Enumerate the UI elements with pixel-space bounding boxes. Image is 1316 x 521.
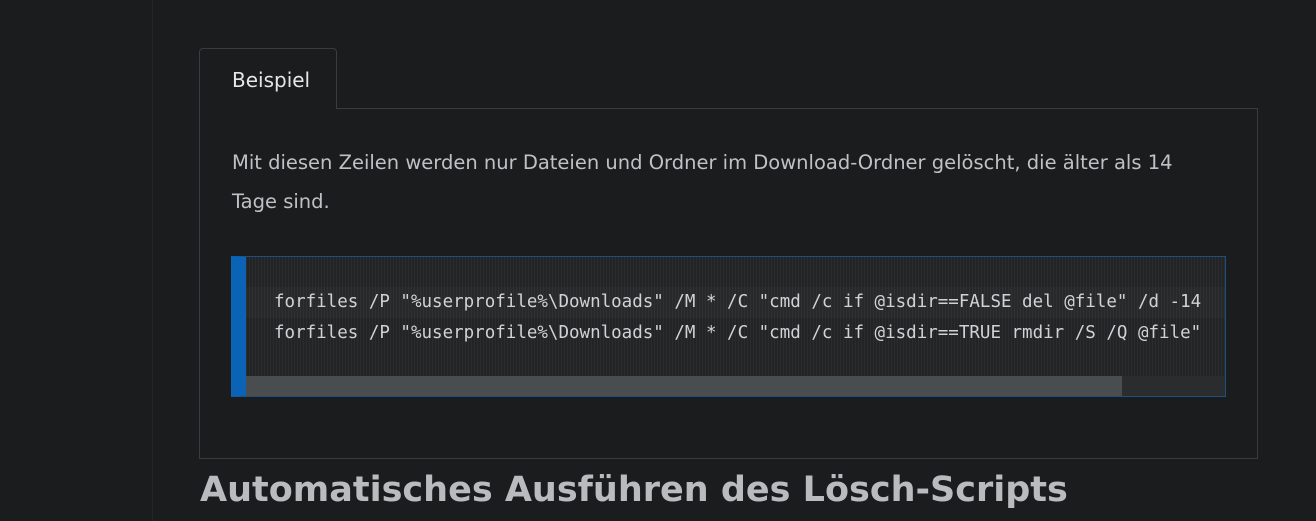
code-line: forfiles /P "%userprofile%\Downloads" /M… xyxy=(246,287,1225,318)
example-description: Mit diesen Zeilen werden nur Dateien und… xyxy=(232,151,1173,213)
page: Beispiel Mit diesen Zeilen werden nur Da… xyxy=(0,0,1316,521)
code-block: forfiles /P "%userprofile%\Downloads" /M… xyxy=(231,256,1226,397)
code-lines: forfiles /P "%userprofile%\Downloads" /M… xyxy=(246,287,1225,349)
sidebar-divider xyxy=(152,0,153,521)
scrollbar-thumb[interactable] xyxy=(246,376,1122,396)
tab-panel: Mit diesen Zeilen werden nur Dateien und… xyxy=(199,108,1258,459)
code-line: forfiles /P "%userprofile%\Downloads" /M… xyxy=(274,323,1202,343)
section-heading: Automatisches Ausführen des Lösch-Script… xyxy=(200,470,1068,510)
tab-beispiel[interactable]: Beispiel xyxy=(199,48,337,109)
horizontal-scrollbar[interactable] xyxy=(246,376,1225,396)
tab-label: Beispiel xyxy=(232,68,311,92)
